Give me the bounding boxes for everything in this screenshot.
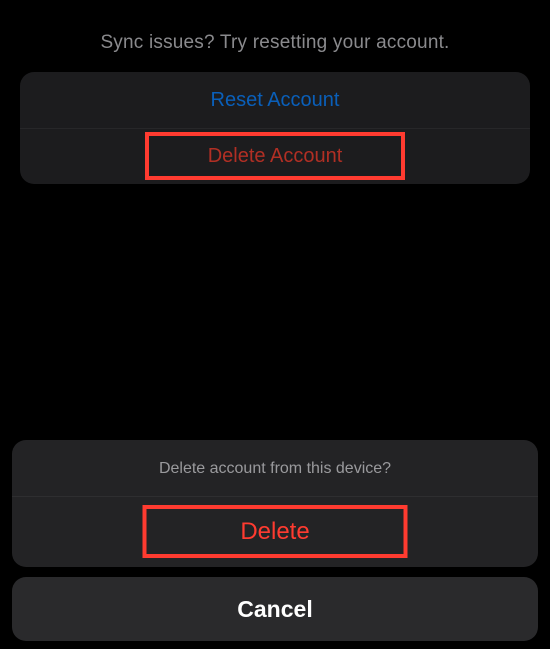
reset-account-label: Reset Account xyxy=(211,89,340,112)
cancel-button[interactable]: Cancel xyxy=(12,577,538,641)
action-sheet-title: Delete account from this device? xyxy=(12,440,538,497)
delete-account-button[interactable]: Delete Account xyxy=(20,128,530,184)
delete-account-label: Delete Account xyxy=(208,145,343,168)
cancel-label: Cancel xyxy=(237,596,312,623)
delete-confirm-button[interactable]: Delete xyxy=(12,497,538,567)
delete-confirm-label: Delete xyxy=(240,518,309,546)
account-actions-card: Reset Account Delete Account xyxy=(20,72,530,184)
action-sheet: Delete account from this device? Delete … xyxy=(0,440,550,641)
reset-account-button[interactable]: Reset Account xyxy=(20,72,530,128)
action-sheet-card: Delete account from this device? Delete xyxy=(12,440,538,567)
sync-hint-text: Sync issues? Try resetting your account. xyxy=(0,0,550,72)
